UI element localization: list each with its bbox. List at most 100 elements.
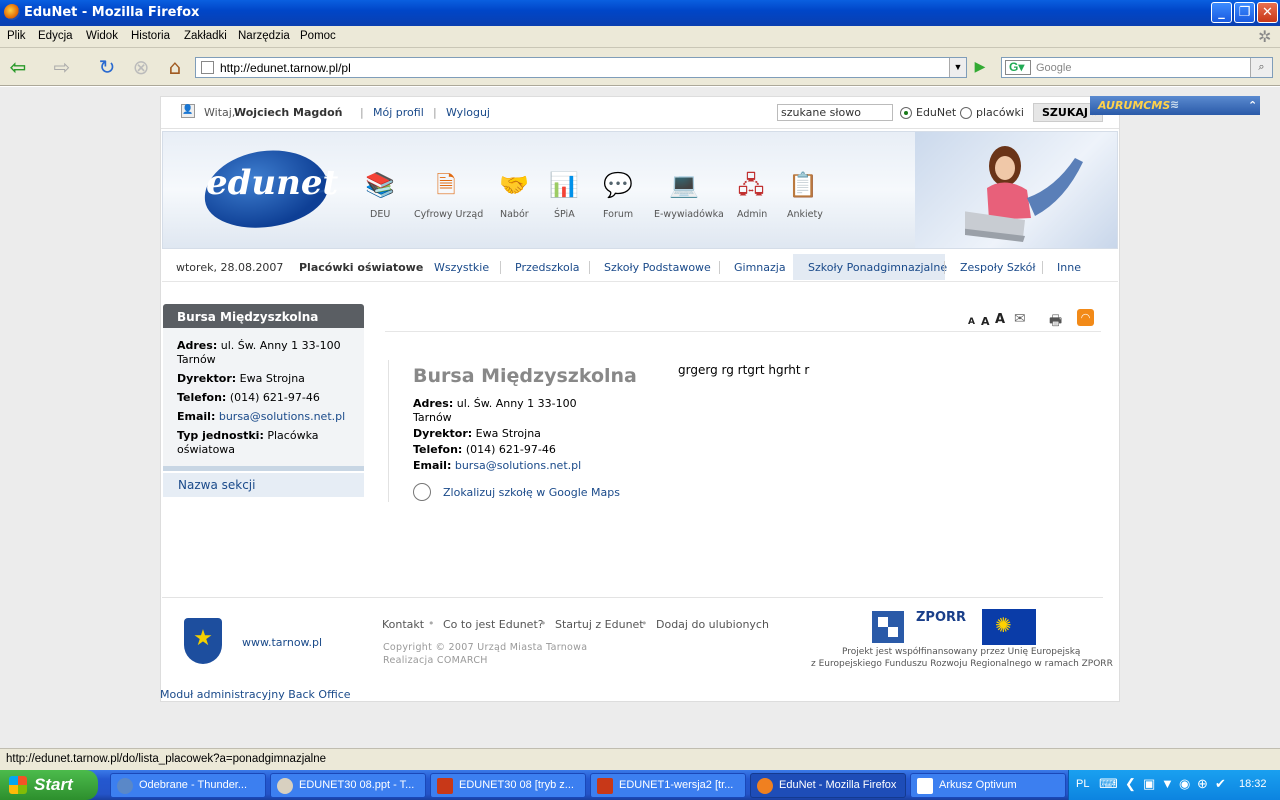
spia-label[interactable]: ŚPiA xyxy=(554,209,575,220)
footer-link-about[interactable]: Co to jest Edunet? xyxy=(443,618,544,631)
school-title: Bursa Międzyszkolna xyxy=(413,365,637,387)
browser-icon xyxy=(277,778,293,794)
taskbar-ppt[interactable]: EDUNET30 08.ppt - T... xyxy=(270,773,426,798)
tab-gimnazja[interactable]: Gimnazja xyxy=(734,261,786,274)
site-search-input[interactable]: szukane słowo xyxy=(777,104,893,121)
tab-szkoly-podstawowe[interactable]: Szkoły Podstawowe xyxy=(604,261,711,274)
font-large-button[interactable]: A xyxy=(995,312,1005,327)
logout-link[interactable]: Wyloguj xyxy=(446,106,490,119)
ankiety-label[interactable]: Ankiety xyxy=(787,209,823,220)
taskbar-thunderbird[interactable]: Odebrane - Thunder... xyxy=(110,773,266,798)
left-address-value: ul. Św. Anny 1 33-100 xyxy=(220,339,341,352)
tab-przedszkola[interactable]: Przedszkola xyxy=(515,261,580,274)
shield-icon[interactable]: ✔ xyxy=(1215,776,1226,792)
taskbar-word2-label: EDUNET1-wersja2 [tr... xyxy=(619,779,734,791)
taskbar-word1[interactable]: EDUNET30 08 [tryb z... xyxy=(430,773,586,798)
forum-label[interactable]: Forum xyxy=(603,209,633,220)
tab-szkoly-ponadgimnazjalne[interactable]: Szkoły Ponadgimnazjalne xyxy=(808,261,947,274)
nabor-icon[interactable]: 🤝 xyxy=(496,168,532,202)
security-icon[interactable]: ◉ xyxy=(1179,776,1190,792)
deu-label[interactable]: DEU xyxy=(370,209,390,220)
ankiety-icon[interactable]: 📋 xyxy=(785,168,821,202)
rss-icon[interactable]: ◠ xyxy=(1077,309,1094,326)
cyfrowy-urzad-icon[interactable]: 🗎 xyxy=(428,168,464,202)
footer-link-favorites[interactable]: Dodaj do ulubionych xyxy=(656,618,769,631)
greeting: Witaj, xyxy=(204,106,236,119)
home-icon[interactable]: ⌂ xyxy=(161,54,189,82)
my-profile-link[interactable]: Mój profil xyxy=(373,106,424,119)
section-link[interactable]: Nazwa sekcji xyxy=(163,473,364,497)
tarnow-link[interactable]: www.tarnow.pl xyxy=(242,636,322,649)
left-address-label: Adres: xyxy=(177,339,218,352)
cyfrowy-urzad-label[interactable]: Cyfrowy Urząd xyxy=(414,209,483,220)
admin-icon[interactable]: 🖧 xyxy=(733,168,769,202)
optivum-icon xyxy=(917,778,933,794)
tab-wszystkie[interactable]: Wszystkie xyxy=(434,261,489,274)
left-email: Email: bursa@solutions.net.pl xyxy=(177,410,345,424)
url-bar[interactable]: http://edunet.tarnow.pl/pl ▼ xyxy=(195,57,967,78)
language-indicator[interactable]: PL xyxy=(1076,778,1089,790)
window-title-bar[interactable]: EduNet - Mozilla Firefox _ ❐ ✕ xyxy=(0,0,1280,26)
reload-icon[interactable]: ↻ xyxy=(93,54,121,82)
deu-icon[interactable]: 📚 xyxy=(362,168,398,202)
menu-view[interactable]: Widok xyxy=(86,30,118,42)
nabor-label[interactable]: Nabór xyxy=(500,209,529,220)
url-dropdown-icon[interactable]: ▼ xyxy=(949,58,966,77)
web-search-placeholder: Google xyxy=(1036,62,1072,74)
google-maps-link[interactable]: Zlokalizuj szkołę w Google Maps xyxy=(443,486,620,499)
tarnow-crest-logo[interactable]: ★ xyxy=(184,618,222,664)
menu-edit[interactable]: Edycja xyxy=(38,30,73,42)
tray-expand-icon[interactable]: ❮ xyxy=(1125,776,1136,792)
forum-icon[interactable]: 💬 xyxy=(600,168,636,202)
menu-help[interactable]: Pomoc xyxy=(300,30,336,42)
keyboard-icon[interactable]: ⌨ xyxy=(1099,776,1118,792)
antivirus-icon[interactable]: ▼ xyxy=(1161,776,1174,791)
left-type-label: Typ jednostki: xyxy=(177,429,264,442)
minimize-button[interactable]: _ xyxy=(1211,2,1232,23)
taskbar-word2[interactable]: EDUNET1-wersja2 [tr... xyxy=(590,773,746,798)
footer-link-start[interactable]: Startuj z Edunet xyxy=(555,618,644,631)
web-search-box[interactable]: G▾ Google ⌕ xyxy=(1001,57,1273,78)
collapse-icon[interactable]: ⌃ xyxy=(1248,99,1257,112)
menu-file[interactable]: Plik xyxy=(7,30,26,42)
taskbar-optivum[interactable]: Arkusz Optivum xyxy=(910,773,1066,798)
go-button[interactable]: ▶ xyxy=(970,57,990,78)
window-title: EduNet - Mozilla Firefox xyxy=(24,5,200,20)
font-small-button[interactable]: A xyxy=(968,317,975,327)
menu-history[interactable]: Historia xyxy=(131,30,170,42)
left-panel-title: Bursa Międzyszkolna xyxy=(163,304,364,328)
throbber-icon: ✲ xyxy=(1258,29,1272,46)
taskbar-firefox-label: EduNet - Mozilla Firefox xyxy=(779,779,897,791)
stop-icon[interactable]: ⊗ xyxy=(127,54,155,82)
close-button[interactable]: ✕ xyxy=(1257,2,1278,23)
spia-icon[interactable]: 📊 xyxy=(546,168,582,202)
magnifier-icon[interactable]: ⌕ xyxy=(1250,58,1272,77)
e-wywiadowka-icon[interactable]: 💻 xyxy=(666,168,702,202)
backoffice-link[interactable]: Moduł administracyjny Back Office xyxy=(160,688,351,701)
email-link[interactable]: bursa@solutions.net.pl xyxy=(455,459,581,472)
footer-link-kontakt[interactable]: Kontakt xyxy=(382,618,424,631)
radio-placowki[interactable] xyxy=(960,107,972,119)
taskbar-word1-label: EDUNET30 08 [tryb z... xyxy=(459,779,574,791)
aurumcms-bar[interactable]: AURUMCMS ≋ ⌃ xyxy=(1090,96,1260,115)
admin-label[interactable]: Admin xyxy=(737,209,767,220)
font-medium-button[interactable]: A xyxy=(981,315,990,328)
tab-zespoly-szkol[interactable]: Zespoły Szkół xyxy=(960,261,1035,274)
network-icon[interactable]: ▣ xyxy=(1143,776,1155,792)
content-divider xyxy=(385,331,1101,332)
e-wywiadowka-label[interactable]: E-wywiadówka xyxy=(654,209,724,220)
maximize-button[interactable]: ❐ xyxy=(1234,2,1255,23)
forward-icon[interactable]: ⇨ xyxy=(48,54,76,82)
back-icon[interactable]: ⇦ xyxy=(4,54,32,82)
radio-edunet[interactable] xyxy=(900,107,912,119)
google-engine-icon[interactable]: G▾ xyxy=(1005,60,1031,75)
taskbar-firefox[interactable]: EduNet - Mozilla Firefox xyxy=(750,773,906,798)
director: Dyrektor: Ewa Strojna xyxy=(413,427,541,441)
left-email-link[interactable]: bursa@solutions.net.pl xyxy=(219,410,345,423)
left-phone: Telefon: (014) 621-97-46 xyxy=(177,391,320,405)
menu-tools[interactable]: Narzędzia xyxy=(238,30,290,42)
sync-icon[interactable]: ⊕ xyxy=(1197,776,1208,792)
menu-bookmarks[interactable]: Zakładki xyxy=(184,30,227,42)
email-page-icon[interactable]: ✉ xyxy=(1014,311,1026,327)
tab-inne[interactable]: Inne xyxy=(1057,261,1081,274)
